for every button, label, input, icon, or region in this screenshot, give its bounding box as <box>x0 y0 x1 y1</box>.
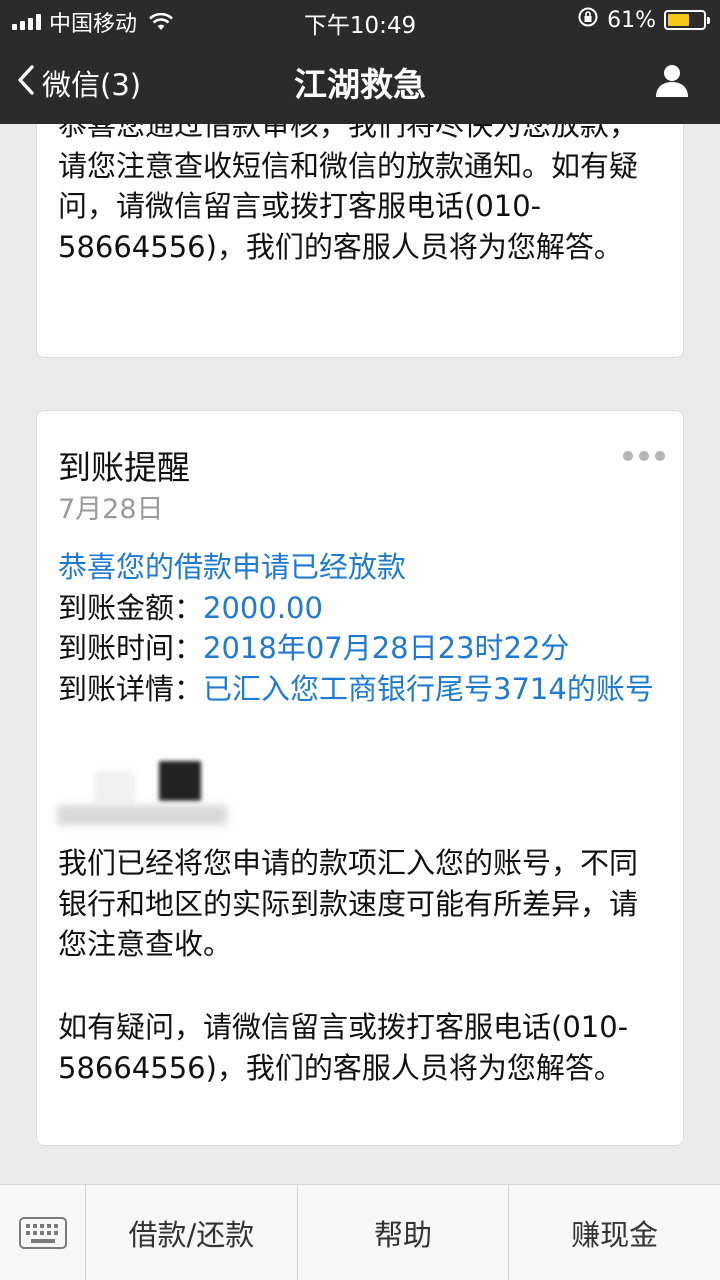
menu-earn-cash[interactable]: 赚现金 <box>509 1185 720 1280</box>
card-heading: 到账提醒 <box>58 448 190 487</box>
keyboard-toggle-button[interactable] <box>0 1185 86 1280</box>
more-icon[interactable] <box>623 451 665 461</box>
congrats-line: 恭喜您的借款申请已经放款 <box>58 550 407 584</box>
amount-label: 到账金额： <box>58 590 204 625</box>
contact-paragraph: 如有疑问，请微信留言或拨打客服电话(010-58664556)，我们的客服人员将… <box>58 1010 629 1085</box>
time-value: 2018年07月28日23时22分 <box>203 631 570 665</box>
message-list[interactable]: 恭喜您通过借款审核，我们将尽快为您放款，请您注意查收短信和微信的放款通知。如有疑… <box>0 124 720 1184</box>
detail-row: 到账详情：已汇入您工商银行尾号3714的账号 <box>58 669 662 710</box>
detail-label: 到账详情： <box>58 671 204 706</box>
menu-loan-repay[interactable]: 借款/还款 <box>86 1185 298 1280</box>
keyboard-icon <box>18 1216 67 1249</box>
status-bar: 中国移动 下午10:49 61% <box>0 0 720 40</box>
page-title: 江湖救急 <box>294 65 426 104</box>
battery-icon <box>664 10 710 30</box>
menu-help[interactable]: 帮助 <box>298 1185 510 1280</box>
profile-button[interactable] <box>654 62 690 98</box>
bottom-menu: 借款/还款 帮助 赚现金 <box>0 1184 720 1280</box>
message-text: 恭喜您通过借款审核，我们将尽快为您放款，请您注意查收短信和微信的放款通知。如有疑… <box>58 124 639 264</box>
message-card-previous[interactable]: 恭喜您通过借款审核，我们将尽快为您放款，请您注意查收短信和微信的放款通知。如有疑… <box>36 124 684 358</box>
user-icon <box>654 65 690 102</box>
top-bar: 中国移动 下午10:49 61% 微信(3) 江湖救急 <box>0 0 720 124</box>
time-row: 到账时间：2018年07月28日23时22分 <box>58 628 662 669</box>
card-date: 7月28日 <box>58 494 164 525</box>
arrival-details: 恭喜您的借款申请已经放款 到账金额：2000.00 到账时间：2018年07月2… <box>58 547 662 709</box>
time-label: 到账时间： <box>58 631 204 665</box>
amount-value: 2000.00 <box>203 590 323 625</box>
battery-percent: 61% <box>607 7 656 33</box>
redacted-area <box>45 761 255 841</box>
nav-bar: 微信(3) 江湖救急 <box>0 40 720 124</box>
message-card-arrival[interactable]: 到账提醒 7月28日 恭喜您的借款申请已经放款 到账金额：2000.00 到账时… <box>36 410 684 1146</box>
amount-row: 到账金额：2000.00 <box>58 588 662 629</box>
detail-value: 已汇入您工商银行尾号3714的账号 <box>203 671 654 706</box>
rotation-lock-icon <box>577 6 599 34</box>
notice-paragraph: 我们已经将您申请的款项汇入您的账号，不同银行和地区的实际到款速度可能有所差异，请… <box>58 846 639 961</box>
